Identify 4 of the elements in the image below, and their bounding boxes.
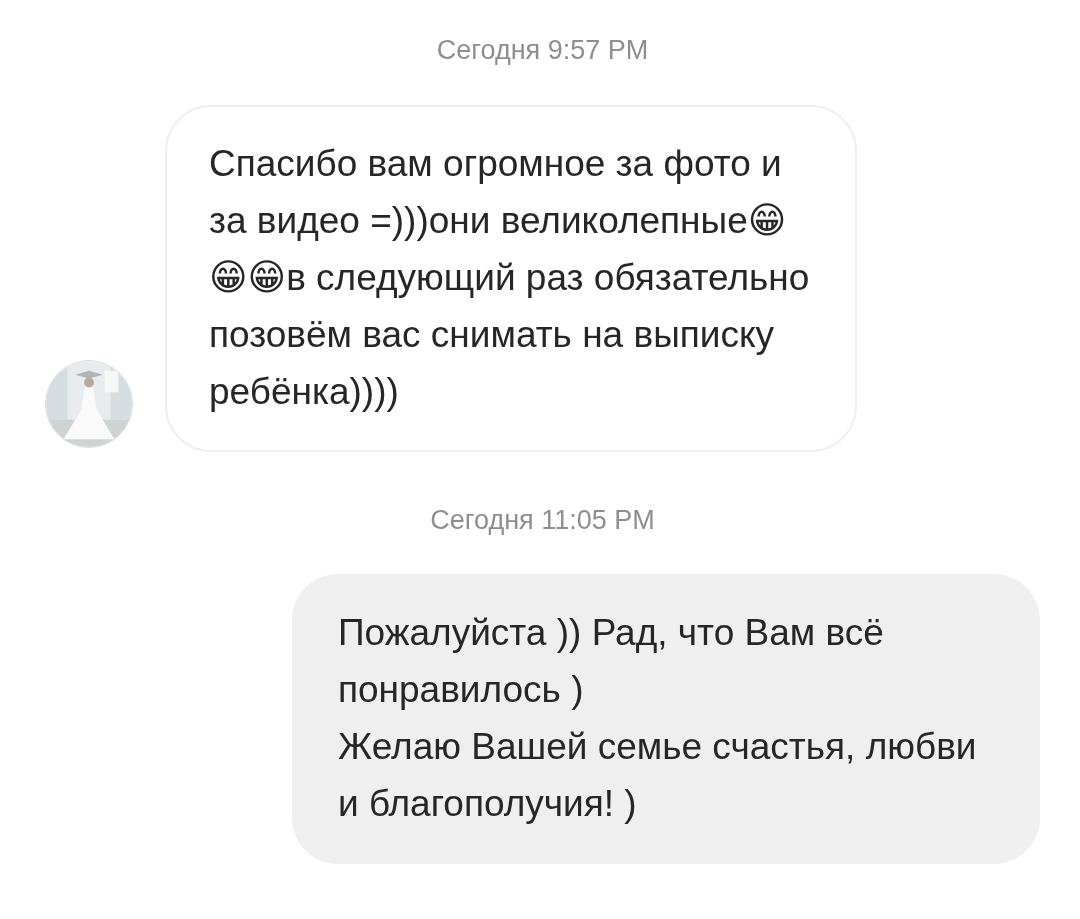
message-bubble: Спасибо вам огромное за фото и за видео =)))они великолепные😁😁😁в следующий раз обязательно позовём вас снимать на выписку ребёнка)))) bbox=[165, 104, 857, 452]
timestamp: Сегодня 11:05 PM bbox=[429, 503, 656, 537]
timestamp: Сегодня 9:57 PM bbox=[435, 34, 650, 67]
message-bubble: Пожалуйста )) Рад, что Вам всё понравилось ) Желаю Вашей семье счастья, любви и благополучия! ) bbox=[292, 574, 1040, 864]
